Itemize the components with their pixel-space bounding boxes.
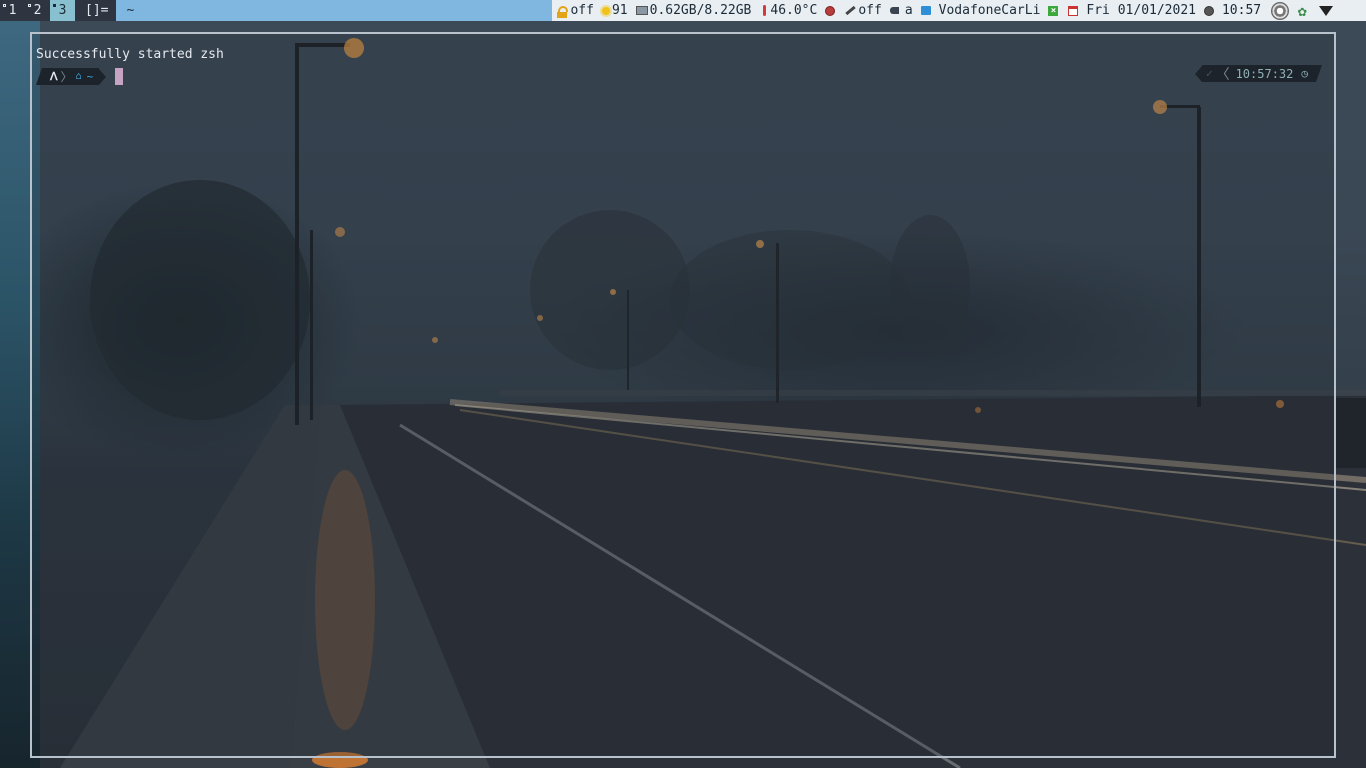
network-status[interactable]: VodafoneCarLi (920, 0, 1041, 21)
caps-lock-status: off (557, 0, 594, 21)
audio-status[interactable]: a (889, 0, 913, 21)
home-icon: ⌂ (75, 71, 82, 82)
memory-status: 0.62GB/8.22GB (635, 0, 752, 21)
terminal-output-line: Successfully started zsh (36, 47, 224, 62)
window-title: ~ (116, 0, 553, 21)
terminal-window[interactable]: Successfully started zsh ᐱ 〉 ⌂ ~ ✓ 〈 10:… (30, 32, 1336, 758)
shell-prompt: ᐱ 〉 ⌂ ~ (36, 68, 124, 85)
workspace-label: 3 (58, 3, 67, 18)
workspace-1[interactable]: 1 (0, 0, 25, 21)
status-bar: 1 2 3 []= ~ off 91 0.62GB/8.22GB 46.0°C … (0, 0, 1366, 21)
speaker-icon (889, 7, 899, 14)
prompt-directory: ~ (86, 70, 94, 83)
right-prompt: ✓ 〈 10:57:32 ◷ (1194, 65, 1322, 82)
mic-value: off (858, 3, 882, 18)
caps-lock-value: off (570, 3, 594, 18)
prompt-time: 10:57:32 (1235, 66, 1294, 81)
workspace-occupied-indicator (53, 4, 56, 7)
temperature-status: 46.0°C (759, 0, 817, 21)
tray-wifi-icon[interactable] (1319, 5, 1334, 16)
clock-icon (1203, 5, 1214, 16)
date-value: Fri 01/01/2021 (1086, 3, 1196, 18)
brightness-status: 91 (601, 0, 628, 21)
prompt-os-segment: ᐱ 〉 ⌂ ~ (36, 68, 100, 85)
workspace-3[interactable]: 3 (50, 0, 75, 21)
powerline-separator-left (1194, 65, 1202, 82)
arch-logo-icon: ᐱ (50, 70, 58, 83)
right-prompt-segment: ✓ 〈 10:57:32 ◷ (1202, 65, 1322, 82)
tray-app-icon[interactable] (1271, 1, 1290, 20)
chevron-right-icon: 〉 (60, 70, 73, 84)
workspace-occupied-indicator (3, 4, 6, 7)
clock-icon: ◷ (1301, 67, 1308, 80)
microphone-icon (825, 5, 836, 16)
brightness-value: 91 (611, 3, 628, 18)
lock-icon (557, 5, 569, 18)
sun-icon (601, 6, 610, 15)
powerline-separator (99, 68, 107, 85)
temperature-value: 46.0°C (770, 3, 818, 18)
thermometer-icon (763, 5, 767, 16)
network-value: VodafoneCarLi (938, 3, 1041, 18)
status-area: off 91 0.62GB/8.22GB 46.0°C off a Vodafo… (552, 0, 1366, 21)
mic-status[interactable] (825, 5, 837, 16)
volume-icon (845, 5, 857, 16)
time-value: 10:57 (1221, 3, 1262, 18)
clock-status: 10:57 (1203, 0, 1262, 21)
workspace-2[interactable]: 2 (25, 0, 50, 21)
terminal-cursor (115, 68, 124, 85)
layout-indicator[interactable]: []= (75, 0, 116, 21)
memory-value: 0.62GB/8.22GB (649, 3, 752, 18)
workspace-label: 1 (8, 3, 17, 18)
volume-status[interactable]: off (845, 0, 882, 21)
workspace-label: 2 (33, 3, 42, 18)
volume-value: a (904, 3, 913, 18)
chevron-left-icon: 〈 (1215, 66, 1230, 83)
date-status: Fri 01/01/2021 (1068, 0, 1196, 21)
battery-status: × (1048, 5, 1060, 16)
workspace-occupied-indicator (28, 4, 31, 7)
tray-clover-icon[interactable]: ✿ (1293, 2, 1311, 20)
wifi-signal-icon (920, 6, 931, 15)
calendar-icon (1068, 5, 1079, 16)
memory-icon (635, 6, 648, 15)
x-icon: × (1048, 5, 1059, 16)
system-tray: ✿ (1271, 1, 1337, 20)
check-icon: ✓ (1205, 67, 1213, 80)
